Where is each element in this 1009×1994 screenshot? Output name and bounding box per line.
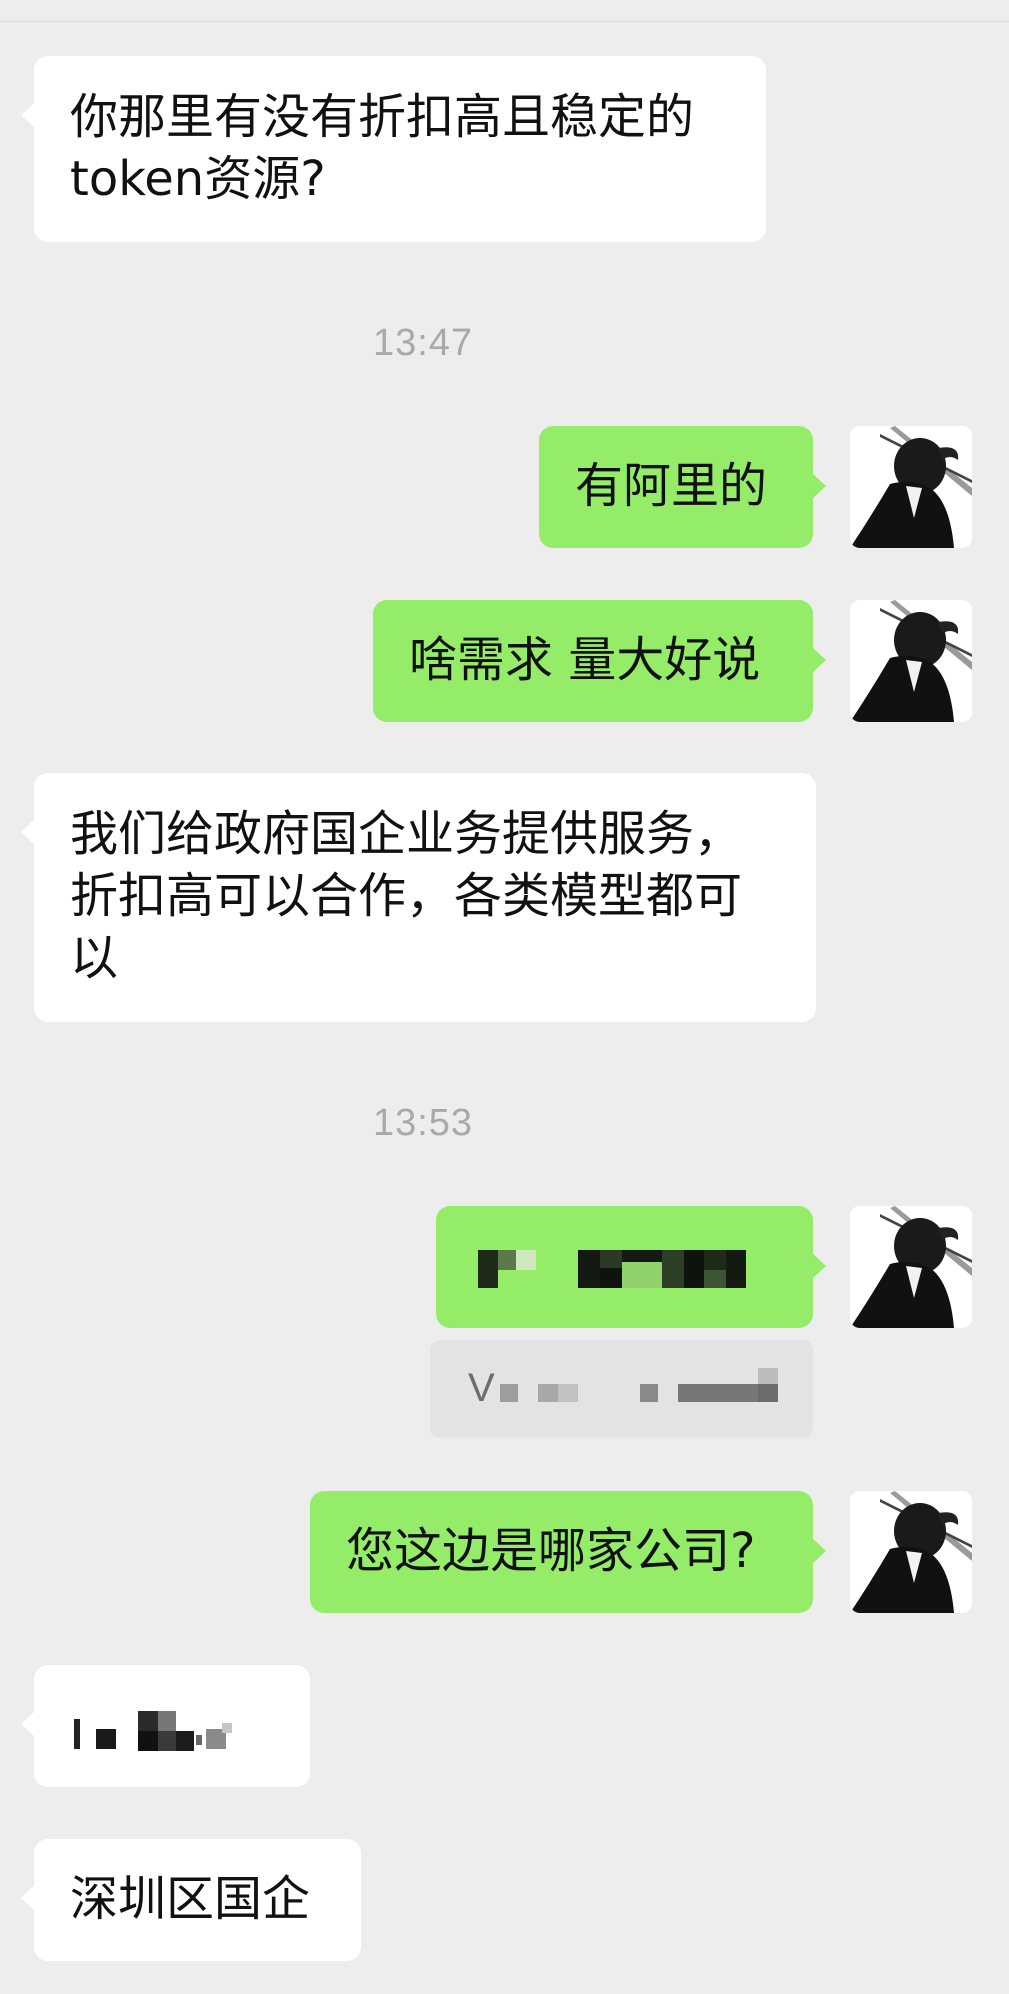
message-bubble-sent-redacted[interactable] bbox=[436, 1206, 826, 1328]
message-text: 啥需求 量大好说 bbox=[409, 632, 761, 688]
message-bubble-received[interactable]: 深圳区国企 bbox=[21, 1839, 361, 1961]
message-bubble-received[interactable]: 你那里有没有折扣高且稳定的token资源? bbox=[21, 56, 766, 242]
message-bubble-received-redacted[interactable] bbox=[21, 1665, 310, 1787]
avatar-silhouette-icon bbox=[850, 1206, 972, 1328]
redacted-content bbox=[478, 1250, 770, 1288]
message-bubble-sent[interactable]: 您这边是哪家公司? bbox=[310, 1491, 826, 1613]
avatar[interactable] bbox=[850, 426, 972, 548]
timestamp: 13:47 bbox=[372, 322, 474, 364]
message-bubble-sent[interactable]: 啥需求 量大好说 bbox=[373, 600, 826, 722]
avatar-silhouette-icon bbox=[850, 1491, 972, 1613]
top-divider bbox=[0, 21, 1009, 22]
quote-prefix: V bbox=[468, 1366, 495, 1410]
message-bubble-sent[interactable]: 有阿里的 bbox=[539, 426, 826, 548]
redacted-content bbox=[500, 1368, 790, 1408]
message-text: 有阿里的 bbox=[575, 458, 768, 514]
message-text: 你那里有没有折扣高且稳定的token资源? bbox=[70, 89, 695, 207]
message-text: 您这边是哪家公司? bbox=[346, 1523, 756, 1579]
timestamp: 13:53 bbox=[372, 1102, 474, 1144]
redacted-content bbox=[74, 1711, 274, 1751]
message-bubble-received[interactable]: 我们给政府国企业务提供服务，折扣高可以合作，各类模型都可以 bbox=[21, 773, 816, 1022]
avatar-silhouette-icon bbox=[850, 600, 972, 722]
message-text: 深圳区国企 bbox=[70, 1871, 311, 1927]
avatar[interactable] bbox=[850, 1206, 972, 1328]
quoted-message-redacted[interactable]: V bbox=[430, 1340, 813, 1438]
message-text: 我们给政府国企业务提供服务，折扣高可以合作，各类模型都可以 bbox=[70, 806, 743, 986]
avatar[interactable] bbox=[850, 1491, 972, 1613]
avatar[interactable] bbox=[850, 600, 972, 722]
avatar-silhouette-icon bbox=[850, 426, 972, 548]
